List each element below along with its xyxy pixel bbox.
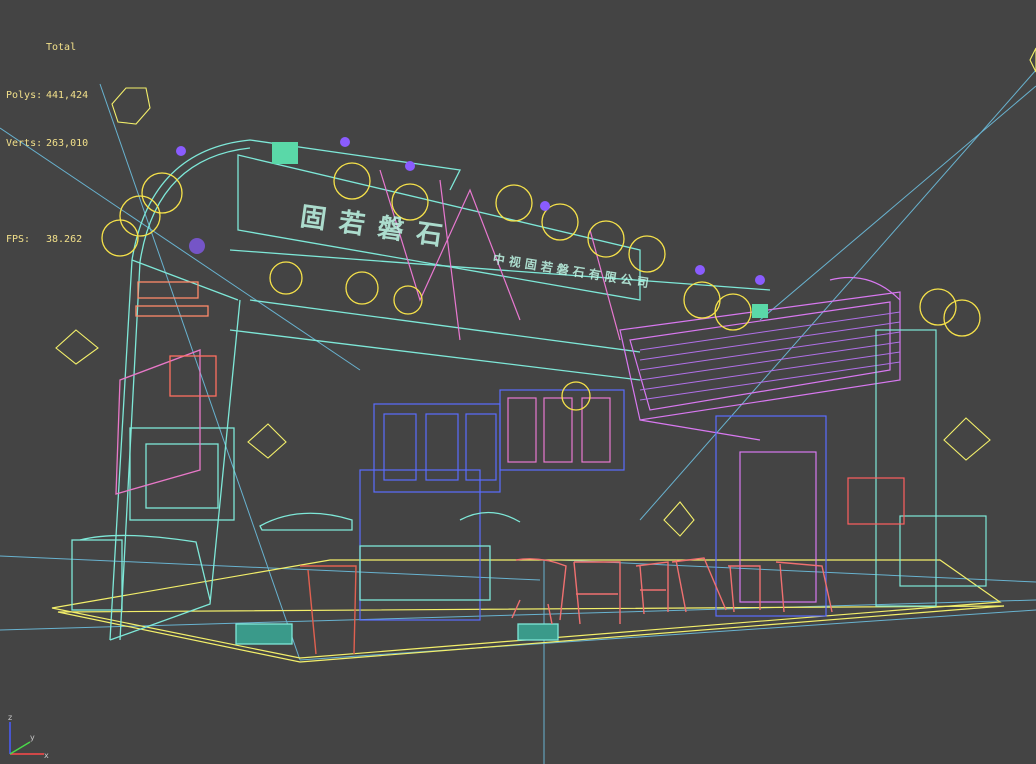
back-wall	[359, 389, 827, 621]
floor-platform	[51, 559, 1005, 663]
polys-label: Polys:	[6, 90, 43, 101]
3d-viewport[interactable]: 固 若 磐 石 中 视 固 若 磐 石 有 限 公 司 Total Polys:…	[0, 0, 1036, 764]
wireframe-scene[interactable]	[0, 0, 1036, 764]
right-wing-lines	[639, 311, 901, 401]
light-gizmos	[55, 47, 1036, 537]
fps-value: 38.262	[46, 234, 83, 245]
axis-y-label: y	[30, 733, 35, 742]
axis-z-label: z	[8, 713, 12, 722]
lanterns	[101, 162, 981, 411]
fps-label: FPS:	[6, 234, 31, 245]
left-tower-panels	[115, 281, 217, 495]
verts-value: 263,010	[46, 138, 89, 149]
viewport-statistics: Total Polys: 441,424 Verts: 263,010 FPS: 38…	[6, 8, 88, 280]
counters	[71, 511, 559, 645]
verts-label: Verts:	[6, 138, 43, 149]
stats-title: Total	[46, 42, 77, 53]
spotlights	[176, 137, 765, 285]
polys-value: 441,424	[46, 90, 89, 101]
axis-gizmo-icon: z y x	[8, 713, 49, 760]
axis-x-label: x	[44, 751, 49, 760]
right-pillar	[847, 329, 987, 607]
